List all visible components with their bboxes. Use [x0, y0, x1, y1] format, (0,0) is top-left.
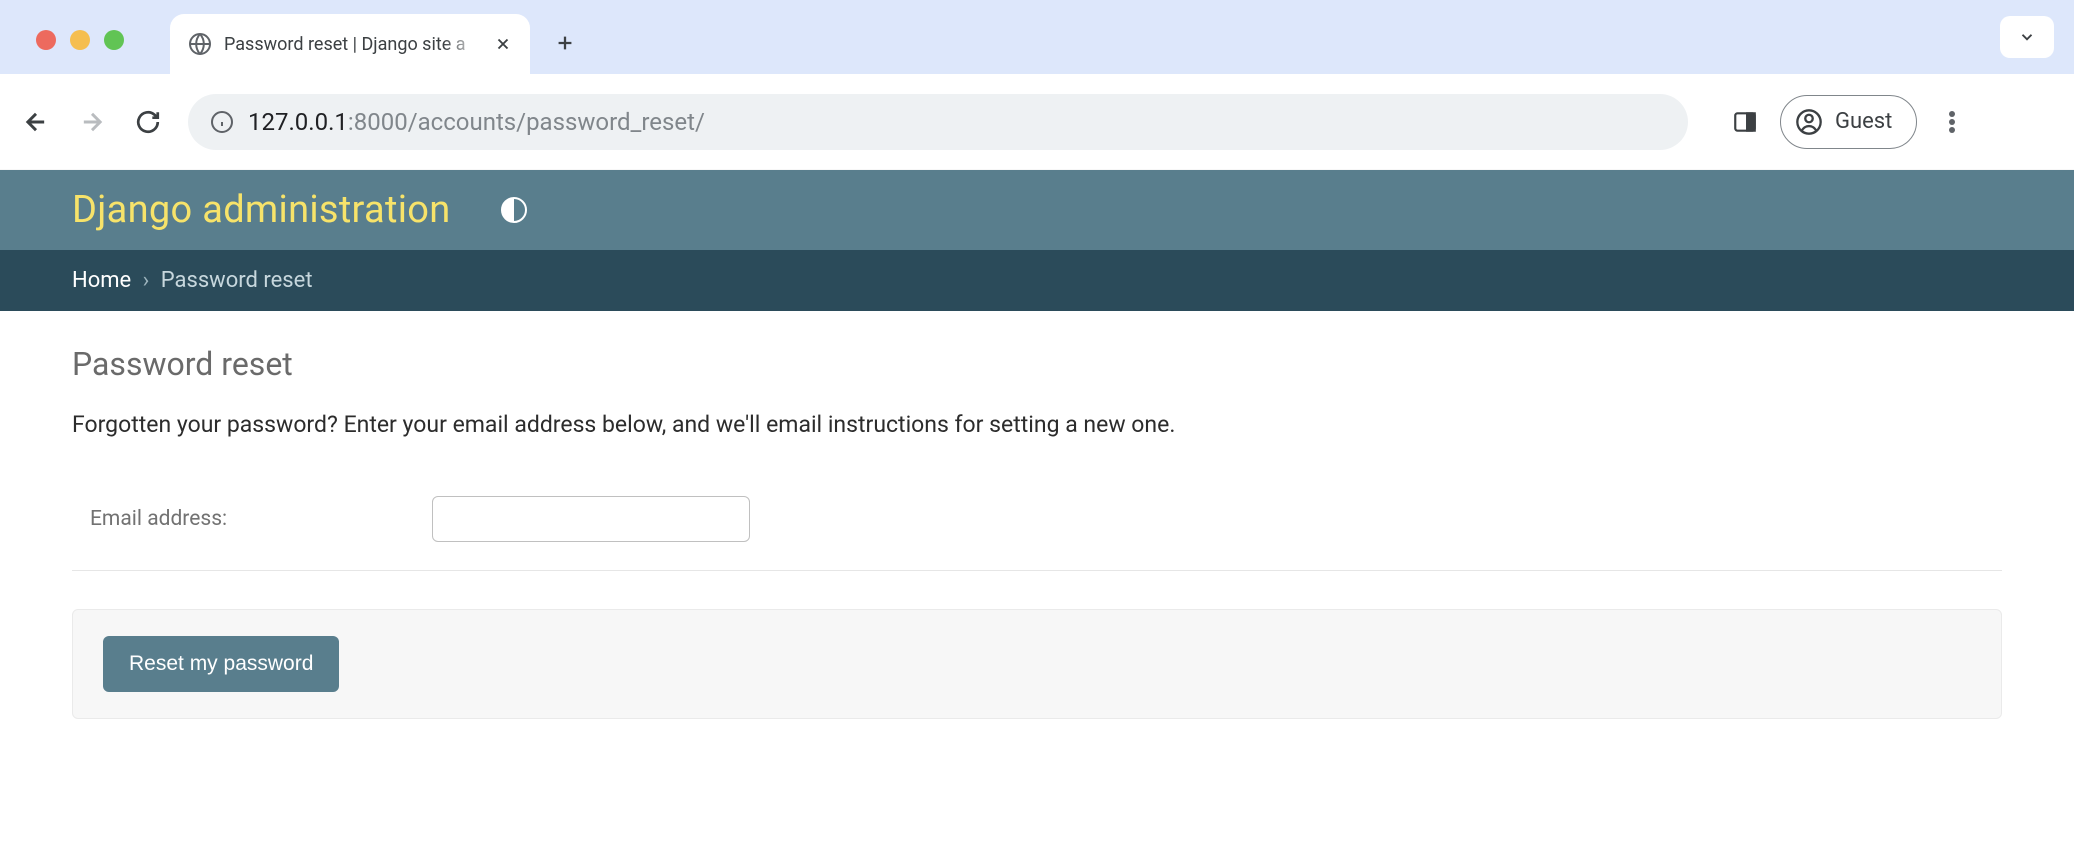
site-title[interactable]: Django administration — [72, 188, 451, 232]
globe-icon — [188, 32, 212, 56]
page-title: Password reset — [72, 345, 2002, 383]
forward-button[interactable] — [76, 106, 108, 138]
toolbar-right: Guest — [1732, 95, 1959, 149]
chevron-down-icon — [2018, 28, 2036, 46]
profile-label: Guest — [1835, 109, 1892, 134]
email-field[interactable] — [432, 496, 750, 542]
theme-toggle-button[interactable] — [501, 197, 527, 223]
form-row-email: Email address: — [72, 480, 2002, 571]
close-icon[interactable] — [494, 35, 512, 53]
url-port: :8000 — [348, 108, 408, 136]
new-tab-button[interactable] — [554, 32, 576, 54]
arrow-right-icon — [78, 108, 106, 136]
window-close-button[interactable] — [36, 30, 56, 50]
window-fullscreen-button[interactable] — [104, 30, 124, 50]
url-path: /accounts/password_reset/ — [408, 108, 705, 136]
reload-icon — [135, 109, 161, 135]
back-button[interactable] — [20, 106, 52, 138]
url-text: 127.0.0.1:8000/accounts/password_reset/ — [248, 108, 705, 136]
submit-row: Reset my password — [72, 609, 2002, 719]
reload-button[interactable] — [132, 106, 164, 138]
arrow-left-icon — [22, 108, 50, 136]
site-info-icon[interactable] — [210, 110, 234, 134]
reset-password-button[interactable]: Reset my password — [103, 636, 339, 692]
url-host: 127.0.0.1 — [248, 108, 348, 136]
browser-tab-active[interactable]: Password reset | Django site a — [170, 14, 530, 74]
person-icon — [1795, 108, 1823, 136]
side-panel-icon[interactable] — [1732, 109, 1758, 135]
window-controls — [36, 30, 124, 50]
window-minimize-button[interactable] — [70, 30, 90, 50]
tab-search-button[interactable] — [2000, 16, 2054, 58]
breadcrumb-separator: › — [143, 268, 150, 293]
tab-title: Password reset | Django site a — [224, 34, 482, 55]
address-bar[interactable]: 127.0.0.1:8000/accounts/password_reset/ — [188, 94, 1688, 150]
help-text: Forgotten your password? Enter your emai… — [72, 411, 2002, 438]
browser-tabstrip: Password reset | Django site a — [0, 0, 2074, 74]
content-area: Password reset Forgotten your password? … — [0, 311, 2074, 753]
profile-chip[interactable]: Guest — [1780, 95, 1917, 149]
breadcrumb-home-link[interactable]: Home — [72, 268, 131, 293]
breadcrumb: Home › Password reset — [0, 250, 2074, 311]
email-label: Email address: — [90, 507, 432, 531]
browser-toolbar: 127.0.0.1:8000/accounts/password_reset/ … — [0, 74, 2074, 170]
browser-menu-button[interactable] — [1939, 107, 1959, 137]
admin-header: Django administration — [0, 170, 2074, 250]
tabs-row: Password reset | Django site a — [170, 0, 576, 74]
breadcrumb-current: Password reset — [161, 268, 313, 293]
